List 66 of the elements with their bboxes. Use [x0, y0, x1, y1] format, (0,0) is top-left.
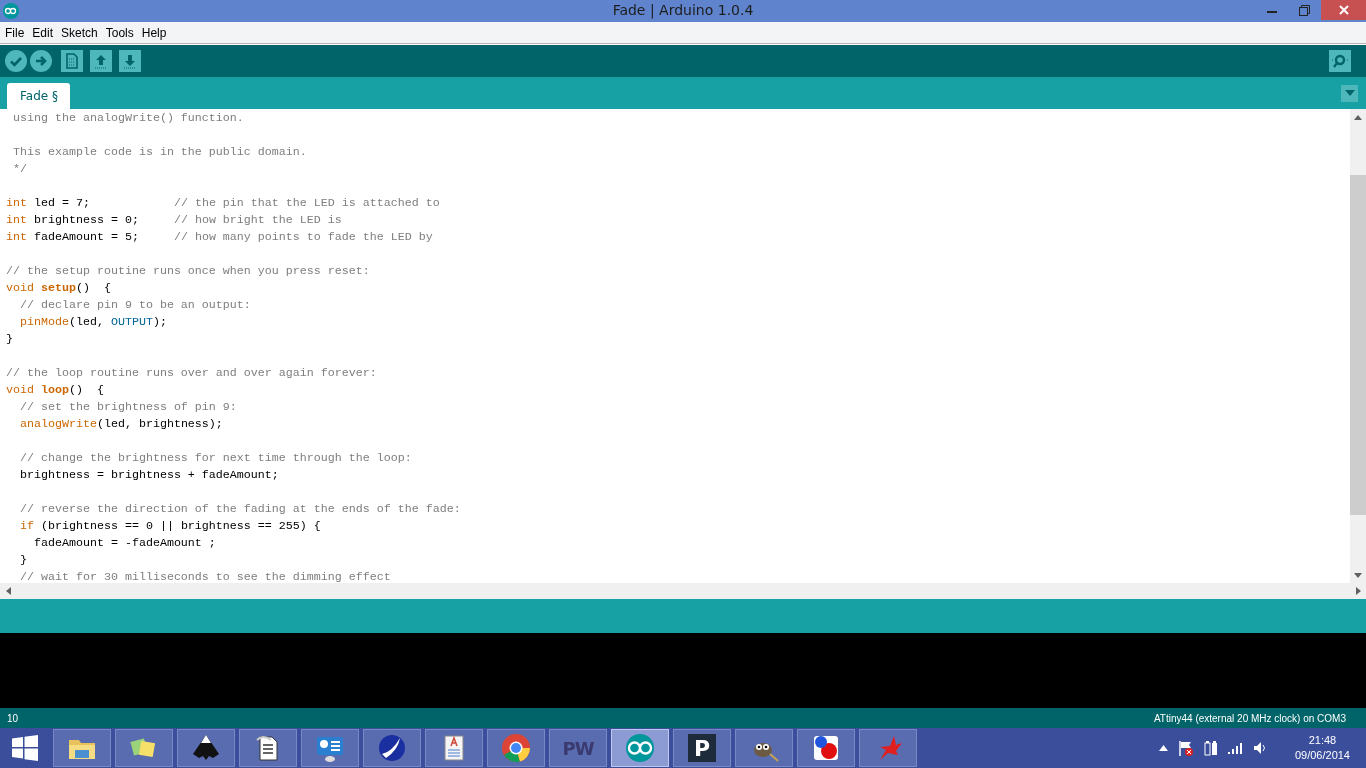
menu-item[interactable]: File — [1, 22, 29, 43]
code-line: // wait for 30 milliseconds to see the dimming effect — [19, 569, 392, 583]
menu-item[interactable]: Help — [137, 22, 171, 43]
taskbar-app-button[interactable] — [239, 729, 297, 767]
code-line: using the analogWrite() function. — [12, 110, 245, 127]
menu-item[interactable]: Edit — [28, 22, 58, 43]
code-line: */ — [12, 161, 28, 178]
code-line: if (brightness == 0 || brightness == 255) { — [19, 518, 322, 535]
code-line: This example code is in the public domain. — [12, 144, 308, 161]
vertical-scrollbar[interactable] — [1350, 109, 1366, 583]
flag-icon[interactable] — [1177, 740, 1194, 756]
upload-button[interactable] — [30, 50, 52, 72]
scrollbar-thumb[interactable] — [1350, 175, 1366, 515]
infinity-logo-icon — [624, 732, 656, 764]
board-info: ATtiny44 (external 20 MHz clock) on COM3 — [1153, 712, 1346, 724]
code-line: // change the brightness for next time through the loop: — [19, 450, 413, 467]
open-button[interactable] — [90, 50, 112, 72]
line-number: 10 — [7, 712, 19, 724]
clock[interactable]: 21:48 09/06/2014 — [1294, 733, 1350, 763]
up-arrow-icon[interactable] — [1354, 114, 1362, 120]
right-arrow-icon[interactable] — [1355, 587, 1361, 595]
code-line: } — [6, 331, 14, 348]
verify-button[interactable] — [5, 50, 27, 72]
code-line: // declare pin 9 to be an output: — [19, 297, 252, 314]
horizontal-scrollbar[interactable] — [0, 583, 1366, 599]
tab-menu-button[interactable] — [1341, 84, 1358, 102]
taskbar-app-button[interactable] — [177, 729, 235, 767]
taskbar-app-button[interactable] — [301, 729, 359, 767]
code-line: int led = 7; // the pin that the LED is attached to — [6, 195, 441, 212]
code-line: // the loop routine runs over and over again forever: — [6, 365, 378, 382]
caret-icon — [1344, 90, 1355, 96]
code-line: void loop() { — [6, 382, 105, 399]
menu-item[interactable]: Tools — [101, 22, 138, 43]
speaker-icon[interactable] — [1252, 741, 1267, 755]
code-line: // the setup routine runs once when you press reset: — [6, 263, 371, 280]
new-button[interactable] — [61, 50, 83, 72]
signal-icon[interactable] — [1227, 742, 1243, 754]
code-line: } — [19, 552, 28, 569]
code-line: // reverse the direction of the fading at the ends of the fade: — [19, 501, 462, 518]
battery-icon[interactable] — [1203, 740, 1218, 756]
taskbar-app-button[interactable]: P — [673, 729, 731, 767]
serial-monitor-button[interactable] — [1329, 50, 1351, 72]
left-arrow-icon[interactable] — [5, 587, 11, 595]
code-line: int fadeAmount = 5; // how many points to fade the LED by — [6, 229, 434, 246]
app-logo-icon — [3, 3, 19, 19]
taskbar-app-button[interactable] — [425, 729, 483, 767]
down-arrow-icon[interactable] — [1354, 572, 1362, 578]
sketch-tab[interactable]: Fade § — [7, 83, 70, 109]
windows-logo-icon — [12, 735, 38, 761]
window-title: Fade | Arduino 1.0.4 — [612, 2, 754, 18]
code-line: int brightness = 0; // how bright the LED is — [6, 212, 343, 229]
close-icon[interactable] — [1338, 5, 1349, 15]
code-line: brightness = brightness + fadeAmount; — [19, 467, 280, 484]
code-line: analogWrite(led, brightness); — [19, 416, 224, 433]
maximize-icon[interactable] — [1299, 4, 1310, 16]
code-line: // set the brightness of pin 9: — [19, 399, 238, 416]
save-button[interactable] — [119, 50, 141, 72]
code-line: fadeAmount = -fadeAmount ; — [32, 535, 217, 552]
taskbar-app-button[interactable] — [363, 729, 421, 767]
show-hidden-icons-icon[interactable] — [1158, 745, 1168, 751]
close-button[interactable] — [1321, 0, 1366, 20]
code-line: pinMode(led, OUTPUT); — [19, 314, 168, 331]
menu-item[interactable]: Sketch — [57, 22, 102, 43]
browser-icon — [500, 732, 532, 764]
taskbar-app-button[interactable] — [797, 729, 855, 767]
code-line: void setup() { — [6, 280, 112, 297]
